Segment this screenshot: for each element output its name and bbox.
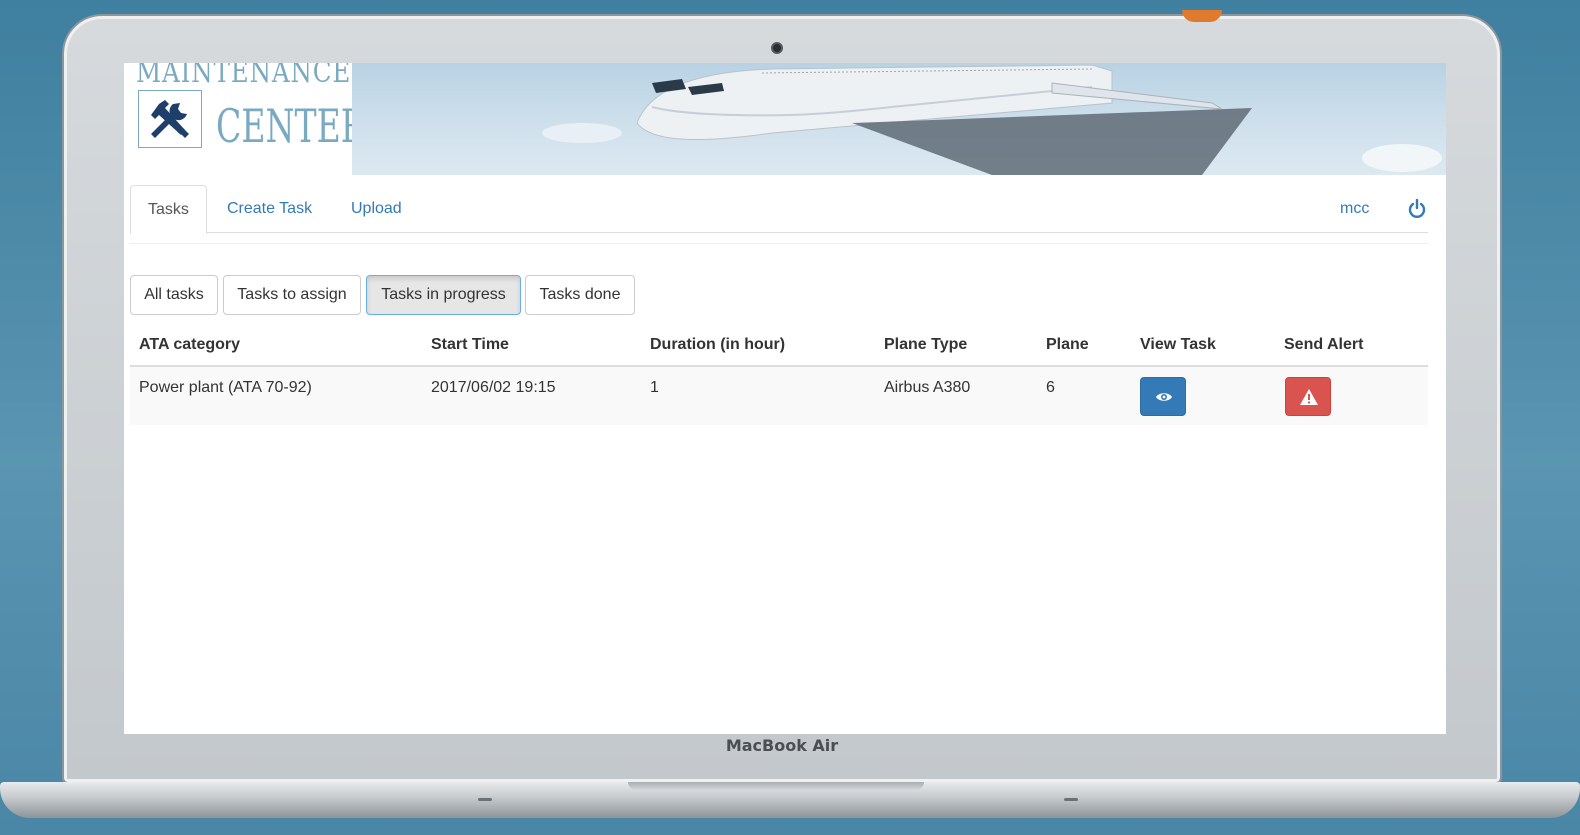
power-icon[interactable] — [1408, 199, 1426, 219]
tab-tasks-label: Tasks — [148, 201, 189, 218]
tab-upload[interactable]: Upload — [334, 185, 419, 234]
tab-create-task[interactable]: Create Task — [210, 185, 329, 234]
filter-tasks-to-assign-button[interactable]: Tasks to assign — [223, 275, 361, 315]
column-header-view-task: View Task — [1140, 336, 1216, 353]
laptop-notch — [628, 782, 924, 790]
tab-upload-label: Upload — [351, 200, 402, 217]
eye-icon — [1156, 393, 1172, 401]
logo-text-maintenance: MAINTENANCE — [136, 63, 352, 90]
view-task-button[interactable] — [1140, 377, 1186, 416]
filter-tasks-done-button[interactable]: Tasks done — [525, 275, 635, 315]
send-alert-button[interactable] — [1285, 377, 1331, 416]
cell-duration: 1 — [650, 379, 659, 396]
tasks-table: ATA category Start Time Duration (in hou… — [130, 325, 1428, 425]
filter-tasks-in-progress-button[interactable]: Tasks in progress — [366, 275, 521, 315]
laptop-screen: MAINTENANCE CENTER Tasks Create Task Upl… — [124, 63, 1446, 734]
header-banner: MAINTENANCE CENTER — [124, 63, 1446, 175]
column-header-duration: Duration (in hour) — [650, 336, 786, 353]
nav-tabs: Tasks Create Task Upload mcc — [130, 185, 1428, 234]
tab-create-task-label: Create Task — [227, 200, 313, 217]
column-header-start-time: Start Time — [431, 336, 509, 353]
column-header-plane: Plane — [1046, 336, 1089, 353]
cell-start-time: 2017/06/02 19:15 — [431, 379, 556, 396]
cell-ata-category: Power plant (ATA 70-92) — [139, 379, 312, 396]
logo-tools-icon — [138, 90, 202, 148]
nav-divider — [130, 243, 1428, 244]
laptop-foot — [1064, 798, 1078, 801]
column-header-plane-type: Plane Type — [884, 336, 968, 353]
warning-icon — [1300, 389, 1318, 405]
laptop-foot — [478, 798, 492, 801]
laptop-brand-label: MacBook Air — [725, 736, 839, 755]
table-header: ATA category Start Time Duration (in hou… — [130, 325, 1428, 367]
airplane-banner-image — [352, 63, 1446, 175]
cell-plane-type: Airbus A380 — [884, 379, 971, 396]
table-row: Power plant (ATA 70-92) 2017/06/02 19:15… — [130, 367, 1428, 425]
column-header-send-alert: Send Alert — [1284, 336, 1364, 353]
logo-text-center: CENTER — [216, 99, 366, 153]
cell-plane: 6 — [1046, 379, 1055, 396]
column-header-ata-category: ATA category — [139, 336, 241, 353]
tab-tasks[interactable]: Tasks — [130, 185, 207, 234]
user-menu-link[interactable]: mcc — [1340, 200, 1369, 218]
filter-all-tasks-button[interactable]: All tasks — [130, 275, 218, 315]
decorative-mark — [1182, 10, 1222, 22]
webcam — [771, 42, 783, 54]
